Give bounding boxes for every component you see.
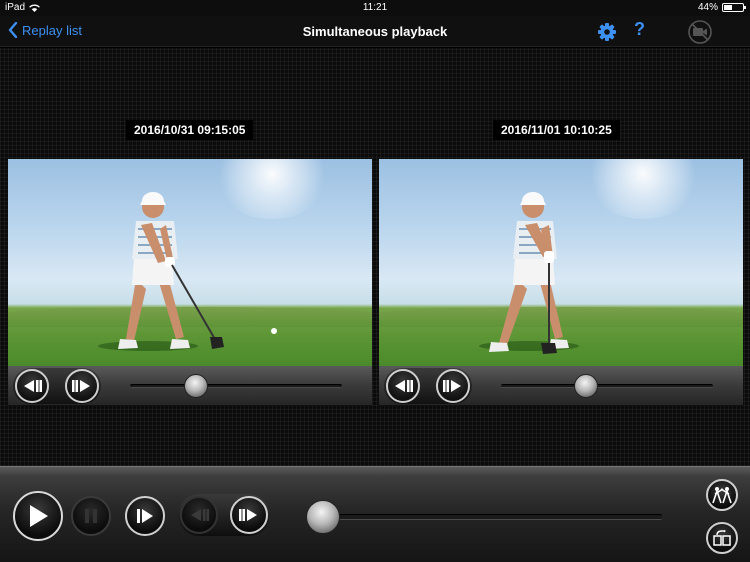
right-scrub-knob[interactable] [573, 374, 598, 398]
pause-button[interactable] [71, 496, 111, 536]
golfer-image [479, 192, 579, 354]
left-scrub-knob[interactable] [183, 374, 208, 398]
battery-icon [722, 3, 746, 12]
status-bar: iPad 11:21 44% [0, 0, 750, 16]
battery-percent: 44% [697, 2, 718, 13]
step-forward-icon [137, 509, 153, 523]
step-forward-icon [239, 509, 257, 521]
step-forward-icon [72, 380, 90, 392]
left-video-controls [8, 366, 372, 406]
golfer-image [98, 192, 277, 351]
right-step-forward-button[interactable] [436, 369, 470, 403]
left-step-group [13, 368, 101, 404]
camera-off-icon[interactable] [688, 20, 712, 44]
left-video[interactable] [8, 159, 372, 366]
swing-compare-icon [712, 487, 732, 504]
play-icon [30, 505, 48, 527]
step-back-icon [191, 509, 209, 521]
playback-area: 2016/10/31 09:15:05 2016/11/01 10:10:25 [0, 48, 750, 466]
right-timestamp: 2016/11/01 10:10:25 [493, 120, 620, 140]
back-button-label: Replay list [22, 22, 82, 38]
status-time: 11:21 [362, 2, 388, 13]
gear-icon[interactable] [597, 22, 617, 42]
right-video-controls [379, 366, 743, 406]
step-back-icon [395, 380, 413, 392]
right-step-group [384, 368, 472, 404]
left-step-forward-button[interactable] [65, 369, 99, 403]
left-step-back-button[interactable] [15, 369, 49, 403]
sync-step-group [178, 494, 270, 536]
navigation-bar: Replay list Simultaneous playback ? [0, 16, 750, 47]
chevron-left-icon [8, 22, 18, 38]
layout-toggle-button[interactable] [706, 522, 738, 554]
step-back-icon [24, 380, 42, 392]
left-scrub-track[interactable] [130, 384, 342, 388]
sync-step-back-button[interactable] [180, 496, 218, 534]
right-video[interactable] [379, 159, 743, 366]
pause-icon [85, 509, 97, 523]
playback-toolbar [0, 466, 750, 562]
main-scrub-knob[interactable] [305, 500, 340, 534]
layout-toggle-icon [713, 530, 731, 546]
main-scrub-track[interactable] [312, 514, 662, 520]
left-timestamp: 2016/10/31 09:15:05 [126, 120, 254, 140]
play-button[interactable] [13, 491, 63, 541]
back-button[interactable]: Replay list [8, 22, 82, 38]
sync-step-forward-button[interactable] [230, 496, 268, 534]
right-step-back-button[interactable] [386, 369, 420, 403]
swing-compare-button[interactable] [706, 479, 738, 511]
help-button[interactable]: ? [634, 19, 645, 40]
frame-step-button[interactable] [125, 496, 165, 536]
step-forward-icon [443, 380, 461, 392]
right-scrub-track[interactable] [501, 384, 713, 388]
